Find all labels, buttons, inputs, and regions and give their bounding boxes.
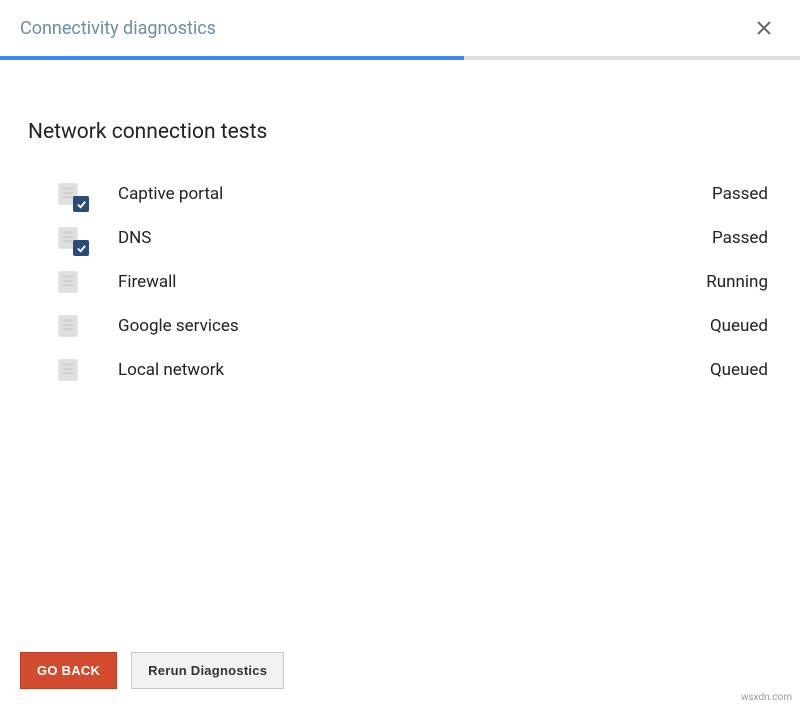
check-icon <box>73 196 89 212</box>
progress-bar <box>0 56 800 60</box>
test-row[interactable]: DNS Passed <box>54 216 772 260</box>
document-icon <box>54 180 82 208</box>
document-icon <box>54 356 82 384</box>
tests-list: Captive portal Passed DNS Passed Firewal… <box>28 172 772 392</box>
test-name: Google services <box>118 316 710 336</box>
footer: GO BACK Rerun Diagnostics <box>0 632 800 709</box>
test-status: Queued <box>710 316 772 336</box>
page-title: Connectivity diagnostics <box>20 18 216 39</box>
test-name: DNS <box>118 228 712 248</box>
test-row[interactable]: Captive portal Passed <box>54 172 772 216</box>
close-button[interactable] <box>752 16 776 40</box>
test-row[interactable]: Local network Queued <box>54 348 772 392</box>
test-name: Local network <box>118 360 710 380</box>
header: Connectivity diagnostics <box>0 0 800 56</box>
document-icon <box>54 268 82 296</box>
test-status: Queued <box>710 360 772 380</box>
watermark: wsxdn.com <box>741 692 792 703</box>
close-icon <box>757 21 771 35</box>
test-status: Running <box>706 272 772 292</box>
document-icon <box>54 312 82 340</box>
section-title: Network connection tests <box>28 120 772 144</box>
document-icon <box>54 224 82 252</box>
progress-fill <box>0 56 464 60</box>
test-name: Captive portal <box>118 184 712 204</box>
test-name: Firewall <box>118 272 706 292</box>
check-icon <box>73 240 89 256</box>
main-content: Network connection tests Captive portal … <box>0 60 800 632</box>
go-back-button[interactable]: GO BACK <box>20 652 117 689</box>
test-status: Passed <box>712 228 772 248</box>
rerun-diagnostics-button[interactable]: Rerun Diagnostics <box>131 652 284 689</box>
test-status: Passed <box>712 184 772 204</box>
test-row[interactable]: Firewall Running <box>54 260 772 304</box>
test-row[interactable]: Google services Queued <box>54 304 772 348</box>
